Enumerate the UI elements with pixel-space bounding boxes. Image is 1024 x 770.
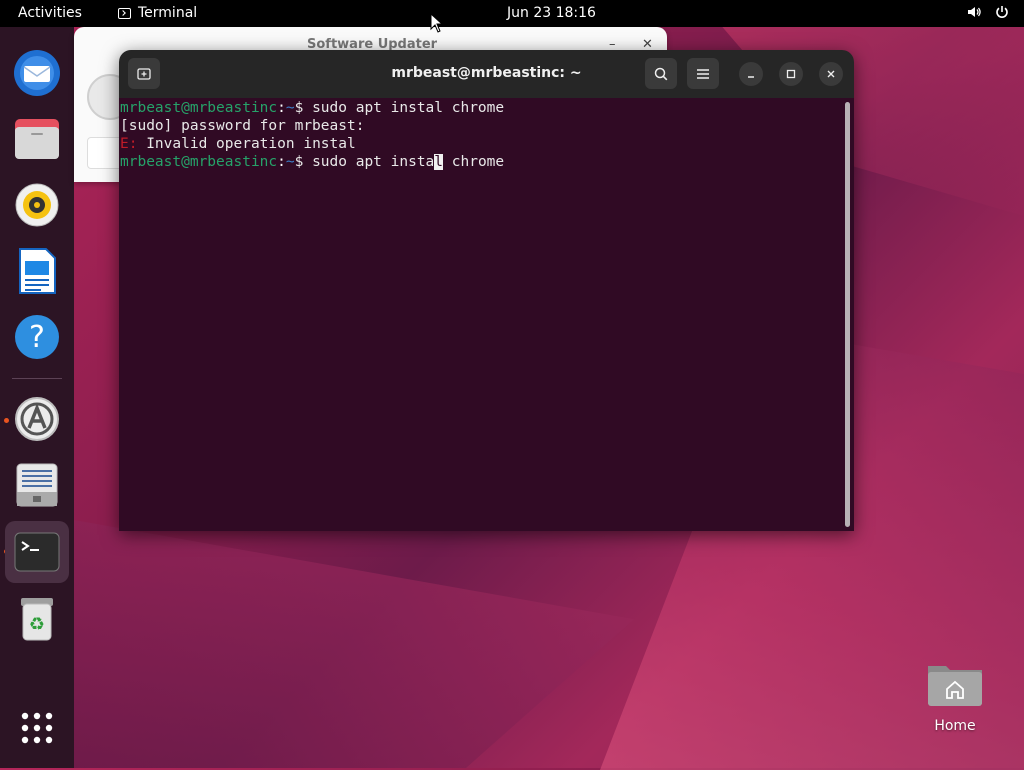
app-grid-icon	[21, 712, 53, 744]
dock-item-terminal[interactable]	[5, 521, 69, 583]
terminal-output[interactable]: mrbeast@mrbeastinc:~$ sudo apt instal ch…	[119, 98, 854, 531]
search-button[interactable]	[645, 58, 677, 89]
header-bar: mrbeast@mrbeastinc: ~	[119, 50, 854, 98]
music-icon	[15, 183, 59, 227]
home-folder-icon[interactable]	[925, 660, 985, 708]
help-icon: ?	[15, 315, 59, 359]
minimize-button[interactable]	[739, 62, 763, 86]
activities-button[interactable]: Activities	[18, 5, 82, 21]
terminal-line: E: Invalid operation instal	[120, 136, 356, 154]
dock-item-rhythmbox[interactable]	[5, 174, 69, 236]
close-icon	[827, 70, 835, 78]
terminal-icon	[14, 532, 60, 572]
terminal-icon	[118, 7, 131, 19]
svg-text:?: ?	[29, 320, 45, 355]
dock-item-help[interactable]: ?	[5, 306, 69, 368]
terminal-line: [sudo] password for mrbeast:	[120, 118, 364, 136]
terminal-window[interactable]: mrbeast@mrbeastinc: ~ mrbeast@mrbeastinc…	[119, 50, 854, 531]
error-message: Invalid operation instal	[137, 136, 356, 152]
dock-item-thunderbird[interactable]	[5, 42, 69, 104]
command-text: chrome	[443, 154, 505, 170]
hamburger-menu-icon	[697, 68, 709, 79]
output-text: [sudo] password for mrbeast:	[120, 118, 365, 134]
dock-item-files[interactable]	[5, 108, 69, 170]
dock-item-text-editor[interactable]	[5, 454, 69, 516]
svg-text:♻: ♻	[29, 614, 45, 635]
clock[interactable]: Jun 23 18:16	[507, 5, 596, 21]
wallpaper-shape	[74, 520, 634, 768]
prompt-user: mrbeast@mrbeastinc	[120, 100, 278, 116]
mail-icon	[14, 50, 60, 96]
dock-separator	[12, 378, 62, 379]
scrollbar[interactable]	[845, 102, 850, 527]
writer-icon	[19, 248, 56, 294]
search-icon	[654, 67, 668, 80]
home-folder-label[interactable]: Home	[920, 718, 990, 734]
terminal-line: mrbeast@mrbeastinc:~$ sudo apt instal ch…	[120, 100, 504, 118]
power-icon	[996, 6, 1008, 18]
menu-button[interactable]	[687, 58, 719, 89]
dock-item-writer[interactable]	[5, 240, 69, 302]
app-menu[interactable]: Terminal	[118, 5, 197, 21]
terminal-line: mrbeast@mrbeastinc:~$ sudo apt instal ch…	[120, 154, 504, 172]
dock-item-trash[interactable]: ♻	[5, 588, 69, 650]
prompt-path: ~	[285, 154, 295, 170]
dock-item-software-updater[interactable]	[5, 388, 69, 450]
volume-icon	[968, 7, 981, 17]
error-prefix: E:	[120, 136, 138, 152]
text-editor-icon	[16, 463, 58, 507]
prompt-user: mrbeast@mrbeastinc	[120, 154, 278, 170]
maximize-button[interactable]	[779, 62, 803, 86]
mouse-pointer-icon	[430, 13, 444, 33]
software-updater-icon	[15, 397, 59, 441]
maximize-icon	[786, 69, 796, 79]
command-text: $ sudo apt instal chrome	[294, 100, 505, 116]
app-menu-label: Terminal	[138, 5, 198, 21]
minimize-icon	[748, 76, 754, 78]
show-applications-button[interactable]	[5, 697, 69, 759]
close-button[interactable]	[819, 62, 843, 86]
prompt-separator: :	[277, 100, 286, 116]
prompt-path: ~	[285, 100, 295, 116]
text-cursor: l	[434, 154, 444, 170]
system-menu[interactable]	[966, 4, 1010, 20]
dock: ? ♻	[0, 27, 74, 768]
command-text: $ sudo apt insta	[294, 154, 435, 170]
files-icon	[15, 119, 59, 159]
prompt-separator: :	[277, 154, 286, 170]
top-bar: Activities Terminal Jun 23 18:16	[0, 0, 1024, 27]
trash-icon: ♻	[21, 598, 53, 641]
